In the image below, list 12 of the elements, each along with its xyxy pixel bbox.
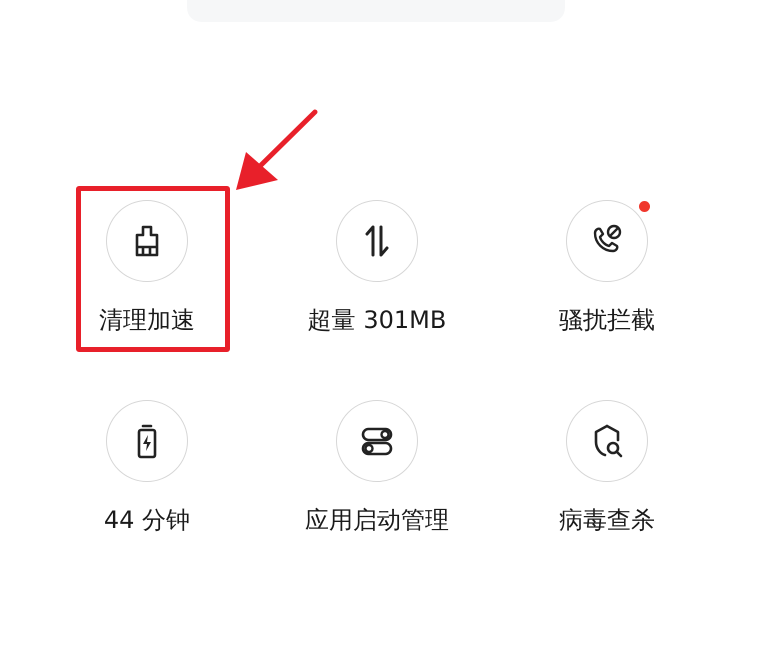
tool-button[interactable] — [106, 200, 188, 282]
tool-button[interactable] — [566, 400, 648, 482]
tool-button[interactable] — [336, 200, 418, 282]
tool-label: 超量 301MB — [308, 305, 446, 336]
tool-label: 清理加速 — [99, 305, 195, 336]
tool-label: 病毒查杀 — [559, 505, 655, 536]
tool-button[interactable] — [106, 400, 188, 482]
tool-label: 应用启动管理 — [305, 505, 449, 536]
tool-button[interactable] — [336, 400, 418, 482]
tool-label: 44 分钟 — [104, 505, 190, 536]
tool-label: 骚扰拦截 — [559, 305, 655, 336]
tool-button[interactable] — [566, 200, 648, 282]
